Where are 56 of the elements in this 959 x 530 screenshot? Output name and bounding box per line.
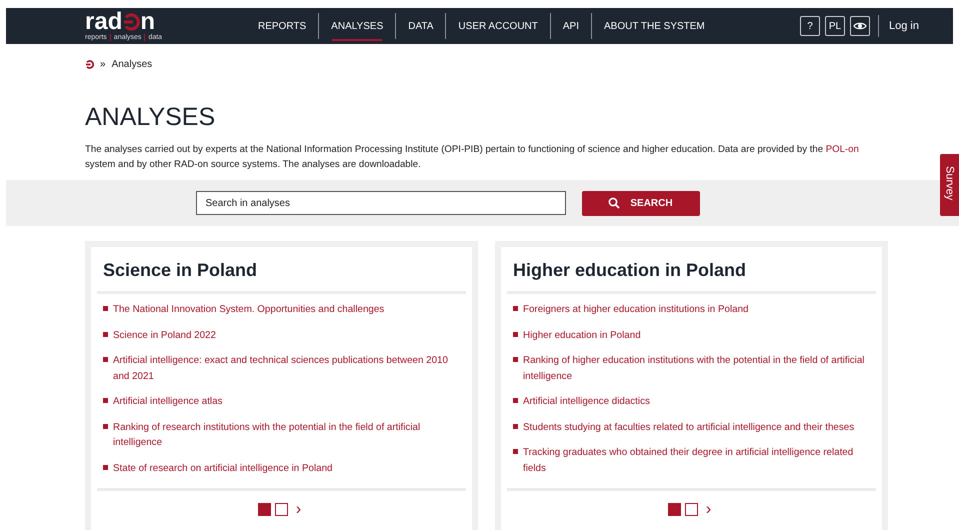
analysis-link[interactable]: Ranking of research institutions with the potential in the field of artificial intelligence [113, 420, 458, 450]
bullet-icon [513, 357, 518, 362]
contrast-button[interactable] [850, 16, 870, 36]
analysis-link[interactable]: State of research on artificial intelligence in Poland [113, 460, 332, 476]
page-indicator[interactable] [258, 503, 271, 516]
analysis-link[interactable]: Higher education in Poland [523, 328, 641, 343]
bullet-icon [513, 306, 518, 311]
bullet-icon [103, 398, 108, 403]
logo-ring-icon [122, 12, 140, 30]
analysis-link[interactable]: Students studying at faculties related to artificial intelligence and their theses [523, 420, 854, 435]
logo-text: n [140, 10, 156, 32]
eye-icon [853, 21, 867, 31]
search-field[interactable]: Search in analyses [196, 191, 566, 215]
nav-tab[interactable]: DATA [395, 13, 446, 39]
nav-tab[interactable]: ANALYSES [318, 13, 396, 39]
nav-tab[interactable]: REPORTS [246, 13, 318, 39]
analysis-link[interactable]: Science in Poland 2022 [113, 328, 216, 343]
analysis-link[interactable]: The National Innovation System. Opportunities and challenges [113, 302, 384, 318]
page-indicator[interactable] [274, 503, 288, 516]
survey-tab[interactable]: Survey [940, 154, 959, 216]
analysis-link[interactable]: Artificial intelligence didactics [523, 394, 650, 410]
analysis-link[interactable]: Artificial intelligence: exact and technical sciences publications between 2010 and 2021 [113, 353, 458, 384]
home-icon[interactable] [85, 60, 94, 68]
logo-text: rad [85, 10, 122, 32]
language-button[interactable]: PL [825, 16, 845, 36]
bullet-icon [103, 424, 108, 428]
bullet-icon [513, 332, 518, 336]
page-description: The analyses carried out by experts at the National Information Processing Institute (OPI-PIB) pertain to functioning of science and higher education. Data are provided by the POL-on system and by other RAD-on source systems. The analyses are downloadable. [85, 143, 860, 172]
bullet-icon [103, 332, 108, 336]
bullet-icon [513, 449, 518, 454]
analysis-link[interactable]: Tracking graduates who obtained their degree in artificial intelligence related fields [523, 445, 868, 476]
page-title: ANALYSES [85, 102, 216, 132]
login-link[interactable]: Log in [878, 15, 953, 37]
breadcrumb-separator: » [100, 58, 106, 70]
bullet-icon [513, 398, 518, 403]
page-indicator[interactable] [684, 503, 698, 516]
search-icon [608, 197, 620, 209]
nav-tab[interactable]: ABOUT THE SYSTEM [591, 13, 717, 39]
bullet-icon [103, 464, 108, 470]
nav-tab[interactable]: USER ACCOUNT [445, 13, 550, 39]
next-button[interactable]: › [702, 503, 716, 516]
bullet-icon [103, 306, 108, 311]
card-title: Higher education in Poland [513, 259, 748, 282]
bullet-icon [103, 357, 108, 362]
card-title: Science in Poland [103, 259, 258, 282]
breadcrumb-current: Analyses [112, 58, 152, 70]
search-button[interactable]: SEARCH [582, 190, 700, 216]
analysis-link[interactable]: Ranking of higher education institutions with the potential in the field of artificial intelligence [523, 353, 868, 384]
help-button[interactable]: ? [800, 16, 820, 36]
nav-tab[interactable]: API [550, 13, 591, 39]
next-button[interactable]: › [292, 503, 306, 516]
analysis-link[interactable]: Foreigners at higher education institutions in Poland [523, 302, 748, 318]
pol-on-link[interactable]: POL-on [826, 144, 859, 155]
bullet-icon [513, 424, 518, 428]
page-indicator[interactable] [668, 503, 681, 516]
analysis-link[interactable]: Artificial intelligence atlas [113, 394, 222, 410]
